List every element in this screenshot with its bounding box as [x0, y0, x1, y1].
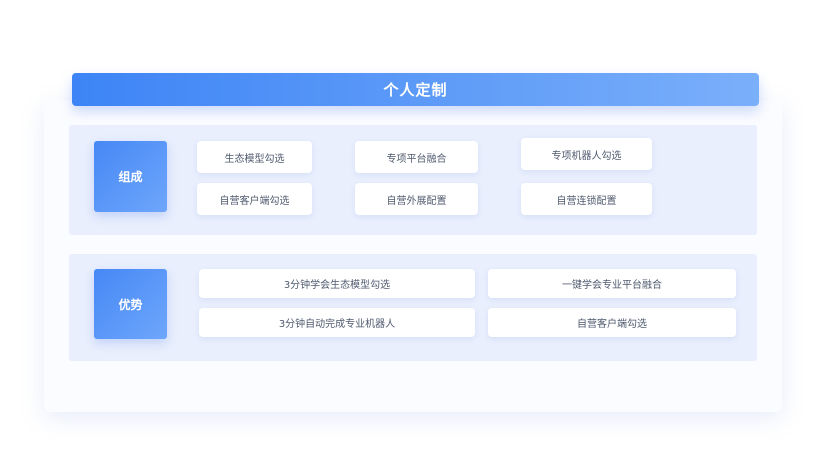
advantage-item-robot-auto[interactable]: 3分钟自动完成专业机器人	[199, 308, 475, 337]
advantage-item-platform-fusion[interactable]: 一键学会专业平台融合	[488, 269, 736, 298]
advantage-item-client-select[interactable]: 自营客户端勾选	[488, 308, 736, 337]
composition-item-expo-config[interactable]: 自营外展配置	[355, 183, 478, 215]
composition-item-ecology-model[interactable]: 生态模型勾选	[197, 141, 312, 173]
composition-item-client-select[interactable]: 自营客户端勾选	[197, 183, 312, 215]
composition-label: 组成	[94, 141, 167, 212]
composition-item-chain-config[interactable]: 自营连锁配置	[521, 183, 652, 215]
composition-item-platform-fusion[interactable]: 专项平台融合	[355, 141, 478, 173]
page-title: 个人定制	[72, 73, 759, 106]
composition-item-robot-select[interactable]: 专项机器人勾选	[521, 138, 652, 170]
advantages-label: 优势	[94, 269, 167, 339]
advantage-item-ecology-model[interactable]: 3分钟学会生态模型勾选	[199, 269, 475, 298]
